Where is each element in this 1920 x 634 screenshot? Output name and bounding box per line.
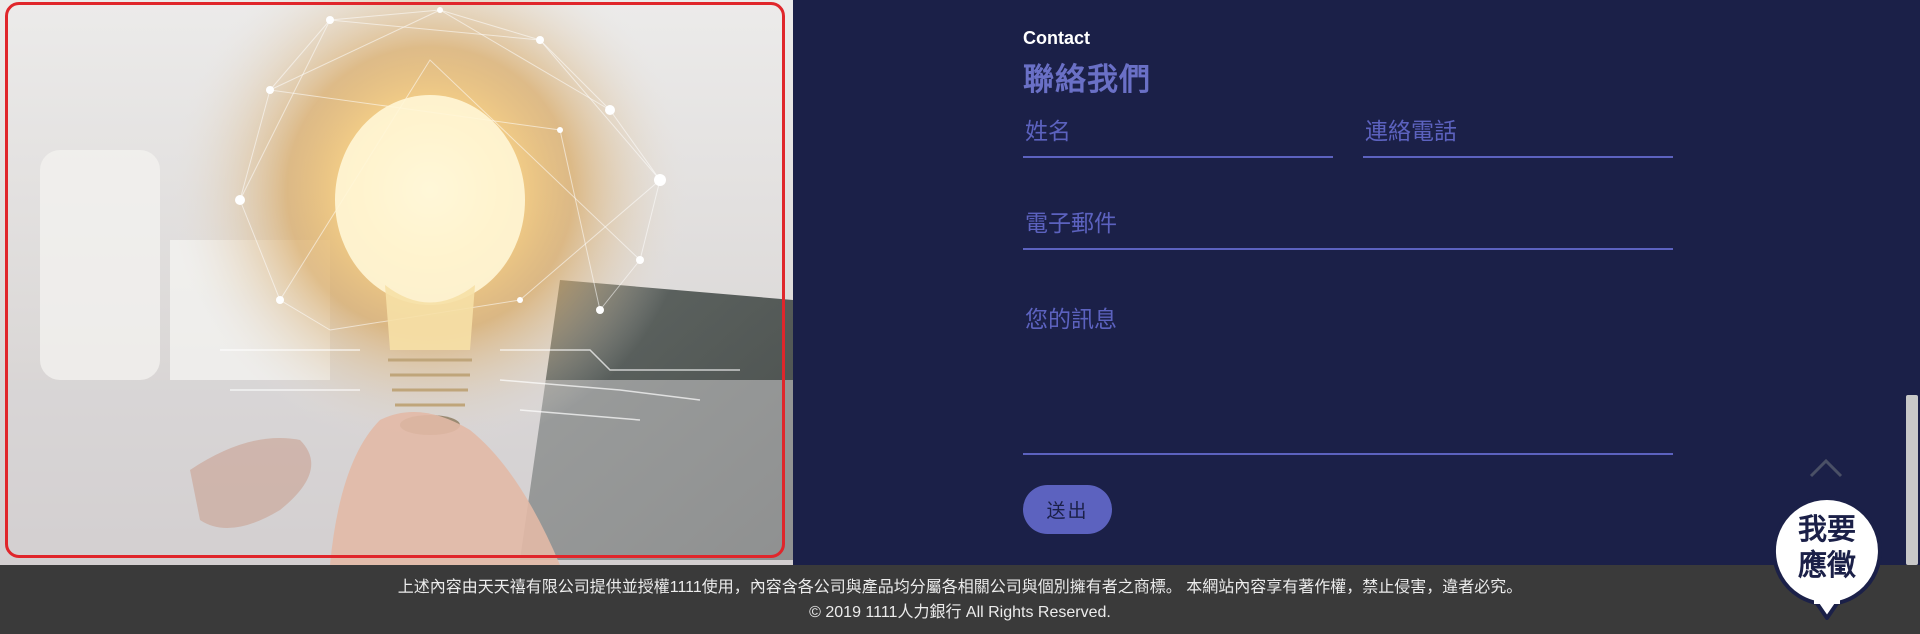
apply-button[interactable]: 我要 應徵 [1768,494,1886,620]
scrollbar-thumb[interactable] [1906,395,1918,565]
footer-notice: 上述內容由天天禧有限公司提供並授權1111使用，內容含各公司與產品均分屬各相關公… [397,579,1523,596]
footer: 上述內容由天天禧有限公司提供並授權1111使用，內容含各公司與產品均分屬各相關公… [0,565,1920,634]
phone-field [1363,118,1673,158]
apply-label-line2: 應徵 [1797,550,1856,582]
name-input[interactable] [1023,118,1333,145]
contact-section: Contact 聯絡我們 送出 [793,0,1920,565]
phone-input[interactable] [1363,118,1673,145]
footer-copyright: © 2019 1111人力銀行 All Rights Reserved. [809,604,1111,621]
email-field [1023,210,1673,250]
contact-heading: 聯絡我們 [1023,62,1151,97]
message-textarea[interactable] [1023,300,1673,440]
hero-frame [5,2,785,558]
chevron-up-icon[interactable] [1808,456,1844,480]
scrollbar-track[interactable] [1904,0,1920,565]
hero-image [0,0,793,565]
message-field [1023,300,1673,455]
submit-button[interactable]: 送出 [1023,485,1112,534]
apply-label-line1: 我要 [1797,514,1856,546]
name-field [1023,118,1333,158]
contact-eyebrow: Contact [1023,28,1090,48]
email-input[interactable] [1023,210,1673,237]
